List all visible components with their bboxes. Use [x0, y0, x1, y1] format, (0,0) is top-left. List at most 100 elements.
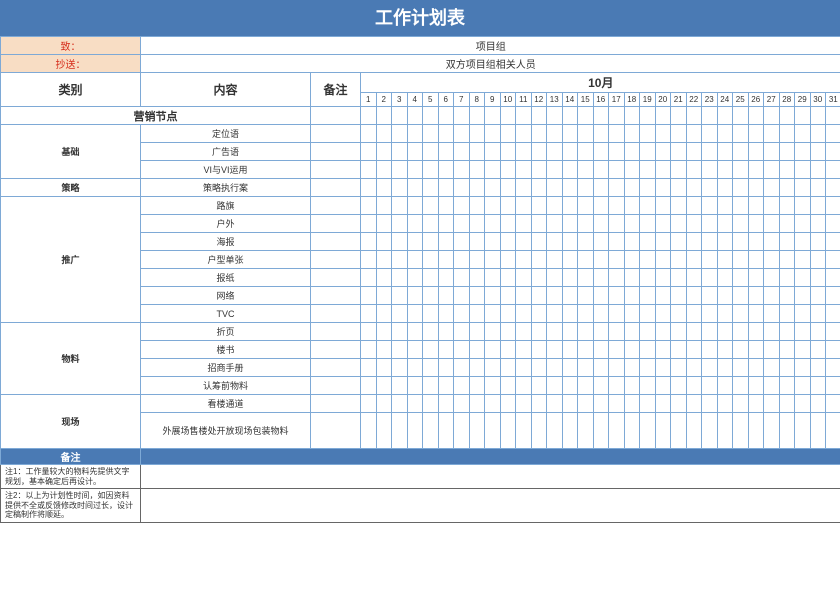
cell-2-0-21[interactable]	[671, 197, 687, 215]
cell-2-2-1[interactable]	[361, 233, 377, 251]
cell-4-1-28[interactable]	[779, 413, 795, 449]
cell-2-2-4[interactable]	[407, 233, 423, 251]
cell-3-1-20[interactable]	[655, 341, 671, 359]
cell-1-0-29[interactable]	[795, 179, 811, 197]
cell-1-0-4[interactable]	[407, 179, 423, 197]
cell-2-4-3[interactable]	[392, 269, 408, 287]
cell-3-1-26[interactable]	[748, 341, 764, 359]
cell-1-0-21[interactable]	[671, 179, 687, 197]
cell-2-0-18[interactable]	[624, 197, 640, 215]
cell-3-1-10[interactable]	[500, 341, 516, 359]
cell-2-0-6[interactable]	[438, 197, 454, 215]
cell-3-1-3[interactable]	[392, 341, 408, 359]
cell-1-0-25[interactable]	[733, 179, 749, 197]
cell-3-0-16[interactable]	[593, 323, 609, 341]
cell-0-0-29[interactable]	[795, 125, 811, 143]
cell-3-2-26[interactable]	[748, 359, 764, 377]
cell-2-6-24[interactable]	[717, 305, 733, 323]
cell-3-1-6[interactable]	[438, 341, 454, 359]
cell-3-2-15[interactable]	[578, 359, 594, 377]
cell-3-2-2[interactable]	[376, 359, 392, 377]
cell-4-0-7[interactable]	[454, 395, 470, 413]
cell-0-0-23[interactable]	[702, 125, 718, 143]
cell-4-1-26[interactable]	[748, 413, 764, 449]
cell-0-2-25[interactable]	[733, 161, 749, 179]
cell-0-2-3[interactable]	[392, 161, 408, 179]
cell-3-3-17[interactable]	[609, 377, 625, 395]
cell-2-0-17[interactable]	[609, 197, 625, 215]
cell-2-4-18[interactable]	[624, 269, 640, 287]
cell-4-0-24[interactable]	[717, 395, 733, 413]
cell-4-1-23[interactable]	[702, 413, 718, 449]
cell-2-6-17[interactable]	[609, 305, 625, 323]
cell-2-3-29[interactable]	[795, 251, 811, 269]
cell-2-1-18[interactable]	[624, 215, 640, 233]
cell-3-0-6[interactable]	[438, 323, 454, 341]
cell-2-1-26[interactable]	[748, 215, 764, 233]
cell-2-1-19[interactable]	[640, 215, 656, 233]
cell-3-0-25[interactable]	[733, 323, 749, 341]
cell-3-3-14[interactable]	[562, 377, 578, 395]
cell-4-1-17[interactable]	[609, 413, 625, 449]
cell-2-1-23[interactable]	[702, 215, 718, 233]
cell-4-1-2[interactable]	[376, 413, 392, 449]
cell-3-2-14[interactable]	[562, 359, 578, 377]
cell-2-2-23[interactable]	[702, 233, 718, 251]
cell-2-3-19[interactable]	[640, 251, 656, 269]
cell-2-2-21[interactable]	[671, 233, 687, 251]
cell-0-1-17[interactable]	[609, 143, 625, 161]
cell-1-0-28[interactable]	[779, 179, 795, 197]
cell-2-4-22[interactable]	[686, 269, 702, 287]
cell-3-3-1[interactable]	[361, 377, 377, 395]
cell-3-3-27[interactable]	[764, 377, 780, 395]
cell-0-2-6[interactable]	[438, 161, 454, 179]
cell-3-0-19[interactable]	[640, 323, 656, 341]
cell-2-2-29[interactable]	[795, 233, 811, 251]
cell-0-0-4[interactable]	[407, 125, 423, 143]
cell-2-0-24[interactable]	[717, 197, 733, 215]
cell-2-3-25[interactable]	[733, 251, 749, 269]
cell-4-0-27[interactable]	[764, 395, 780, 413]
cell-2-6-26[interactable]	[748, 305, 764, 323]
cell-2-6-9[interactable]	[485, 305, 501, 323]
cell-2-0-4[interactable]	[407, 197, 423, 215]
cell-3-0-27[interactable]	[764, 323, 780, 341]
cell-0-0-2[interactable]	[376, 125, 392, 143]
cell-3-1-1[interactable]	[361, 341, 377, 359]
cell-2-5-10[interactable]	[500, 287, 516, 305]
cell-0-2-24[interactable]	[717, 161, 733, 179]
cell-2-6-23[interactable]	[702, 305, 718, 323]
cell-3-1-13[interactable]	[547, 341, 563, 359]
cell-0-2-23[interactable]	[702, 161, 718, 179]
cell-2-1-2[interactable]	[376, 215, 392, 233]
cell-2-2-30[interactable]	[810, 233, 826, 251]
cell-0-1-3[interactable]	[392, 143, 408, 161]
cell-0-1-4[interactable]	[407, 143, 423, 161]
cell-2-2-20[interactable]	[655, 233, 671, 251]
cell-2-6-16[interactable]	[593, 305, 609, 323]
cell-1-0-15[interactable]	[578, 179, 594, 197]
cell-0-2-29[interactable]	[795, 161, 811, 179]
cell-3-1-31[interactable]	[826, 341, 840, 359]
cell-0-2-15[interactable]	[578, 161, 594, 179]
cell-2-6-12[interactable]	[531, 305, 547, 323]
cell-2-6-6[interactable]	[438, 305, 454, 323]
cell-2-4-11[interactable]	[516, 269, 532, 287]
cell-0-0-26[interactable]	[748, 125, 764, 143]
cell-2-1-5[interactable]	[423, 215, 439, 233]
cell-0-1-15[interactable]	[578, 143, 594, 161]
cell-2-4-23[interactable]	[702, 269, 718, 287]
cell-2-2-28[interactable]	[779, 233, 795, 251]
cell-0-2-2[interactable]	[376, 161, 392, 179]
cell-3-1-9[interactable]	[485, 341, 501, 359]
cell-2-0-25[interactable]	[733, 197, 749, 215]
cell-3-0-21[interactable]	[671, 323, 687, 341]
cell-3-0-14[interactable]	[562, 323, 578, 341]
cell-2-4-17[interactable]	[609, 269, 625, 287]
cell-2-3-18[interactable]	[624, 251, 640, 269]
cell-2-6-19[interactable]	[640, 305, 656, 323]
cell-2-3-8[interactable]	[469, 251, 485, 269]
cell-2-4-27[interactable]	[764, 269, 780, 287]
cell-2-1-15[interactable]	[578, 215, 594, 233]
cell-3-2-3[interactable]	[392, 359, 408, 377]
